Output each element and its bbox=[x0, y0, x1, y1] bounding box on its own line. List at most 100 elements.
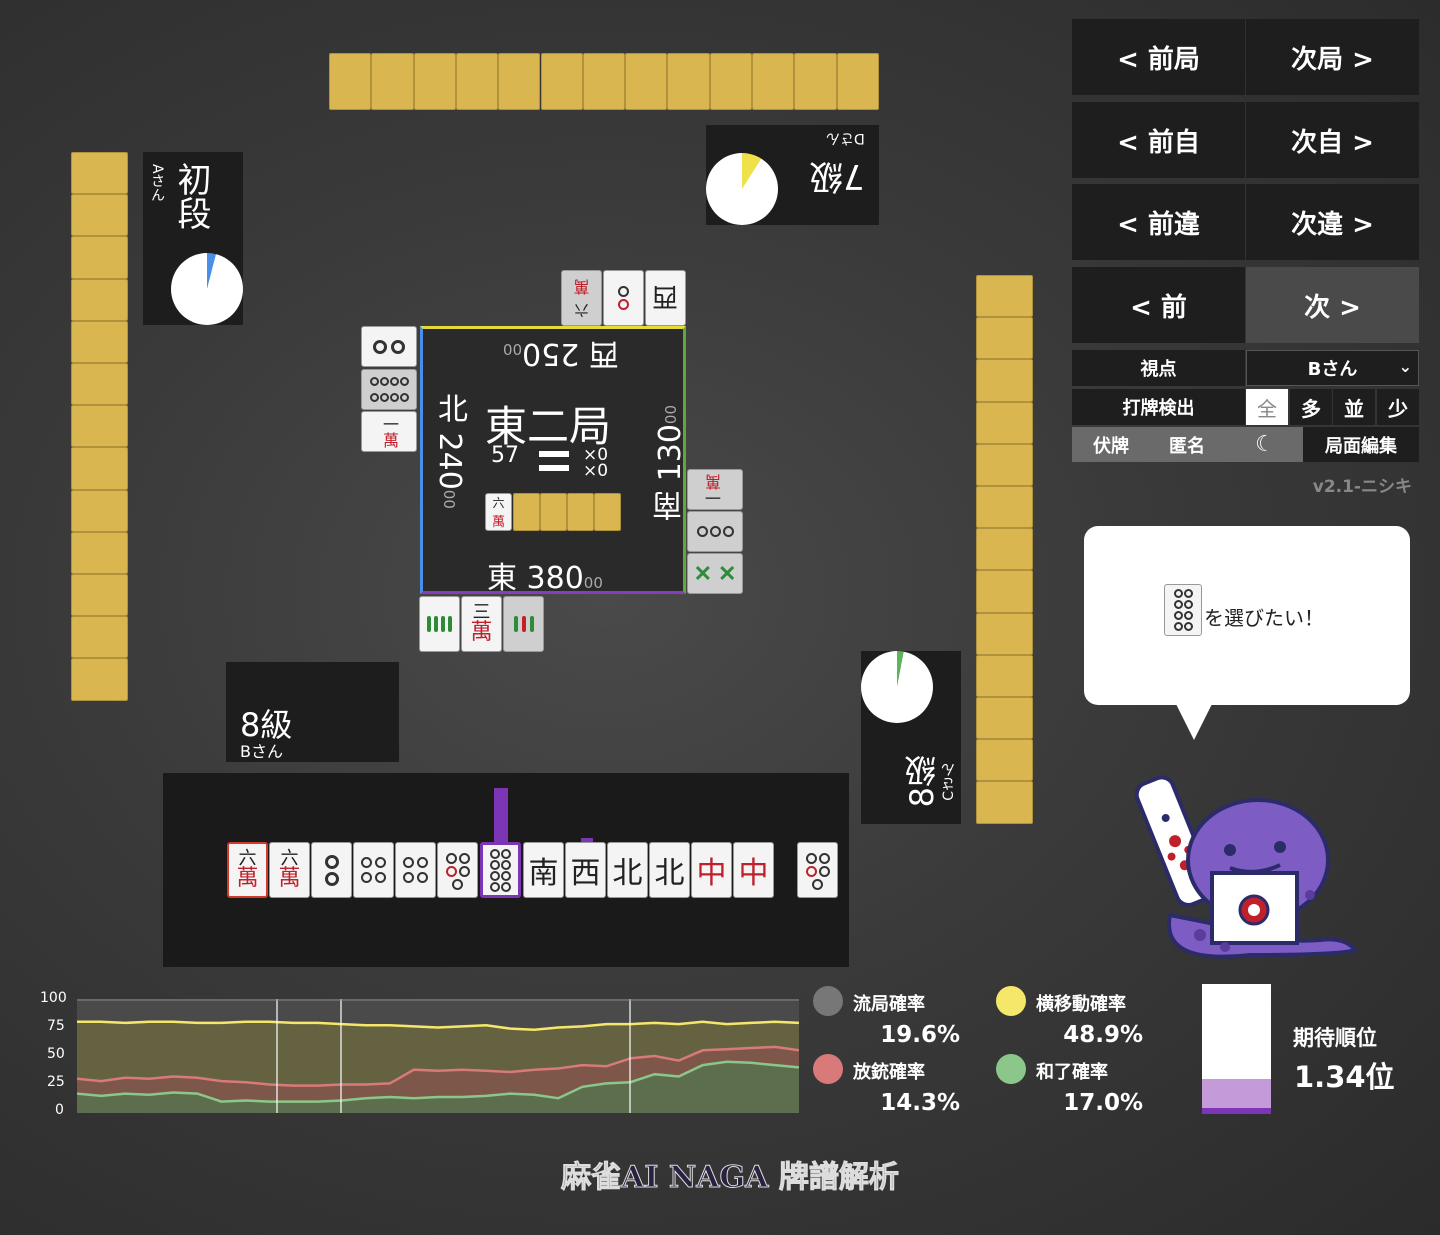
drawn-tile-5pin[interactable] bbox=[797, 842, 838, 898]
hand-tile-6man[interactable]: 六萬 bbox=[269, 842, 310, 898]
face-down-tile bbox=[455, 53, 499, 110]
face-down-tile bbox=[709, 53, 752, 110]
y-tick-label: 100 bbox=[40, 990, 67, 1006]
player-name-bottom: Bさん bbox=[240, 742, 283, 761]
face-down-tile bbox=[71, 658, 128, 701]
y-tick-label: 25 bbox=[47, 1074, 65, 1090]
detect-option-many[interactable]: 多 bbox=[1290, 389, 1332, 425]
north-score: 北 24000 bbox=[432, 393, 467, 509]
tiles-left: 57 bbox=[491, 443, 519, 468]
hand-tile-red-dragon[interactable]: 中 bbox=[733, 842, 774, 898]
hand-tile-red-dragon[interactable]: 中 bbox=[691, 842, 732, 898]
player-name-top: Dさん bbox=[826, 130, 865, 146]
agari-legend-dot bbox=[996, 1054, 1026, 1084]
detect-option-all[interactable]: 全 bbox=[1246, 389, 1288, 425]
hand-tile-north[interactable]: 北 bbox=[649, 842, 690, 898]
chevron-down-icon: ⌄ bbox=[1398, 357, 1412, 376]
viewpoint-select[interactable]: Bさん ⌄ bbox=[1246, 350, 1419, 386]
anonymous-toggle[interactable]: 匿名 bbox=[1158, 427, 1216, 462]
probability-chart: 100 75 50 25 0 bbox=[30, 985, 810, 1120]
top-pie-chart bbox=[706, 153, 778, 225]
suggested-tile-8pin bbox=[1164, 584, 1202, 636]
hand-tile-8pin-selected[interactable] bbox=[480, 842, 521, 898]
discard-tile: 一萬 bbox=[361, 411, 417, 452]
hand-tile-4pin[interactable] bbox=[395, 842, 436, 898]
discard-tile: 三萬 bbox=[461, 596, 502, 652]
ryukyoku-value: 19.6% bbox=[880, 1022, 960, 1048]
hand-tile-south[interactable]: 南 bbox=[523, 842, 564, 898]
face-down-tile bbox=[976, 359, 1033, 402]
face-down-tile bbox=[71, 616, 128, 659]
face-down-tile bbox=[976, 739, 1033, 782]
player-name-left: Aさん bbox=[149, 164, 165, 202]
face-down-tile bbox=[976, 570, 1033, 613]
face-down-tile bbox=[976, 275, 1033, 318]
detect-option-normal[interactable]: 並 bbox=[1333, 389, 1375, 425]
agari-label: 和了確率 bbox=[1036, 1062, 1108, 1083]
hand-tile-north[interactable]: 北 bbox=[607, 842, 648, 898]
hidden-tiles-toggle[interactable]: 伏牌 bbox=[1082, 427, 1140, 462]
face-down-tile bbox=[329, 53, 372, 110]
speech-text: を選びたい！ bbox=[1204, 606, 1324, 630]
face-down-tile bbox=[71, 531, 128, 574]
hand-tile-2pin[interactable] bbox=[311, 842, 352, 898]
discard-tile: 一萬 bbox=[687, 469, 743, 510]
hand-tile-6man[interactable]: 六萬 bbox=[227, 842, 268, 898]
dead-wall-tile bbox=[567, 493, 594, 531]
expected-rank-bar-base bbox=[1202, 1108, 1271, 1114]
prev-button[interactable]: < 前 bbox=[1072, 267, 1245, 343]
center-board: 西 25000 北 24000 南 13000 東二局 57 ×0 ×0 六萬 … bbox=[420, 326, 688, 596]
y-tick-label: 0 bbox=[55, 1102, 64, 1118]
prev-diff-button[interactable]: < 前違 bbox=[1072, 184, 1245, 260]
expected-rank-bar bbox=[1202, 984, 1271, 1114]
chart-plot[interactable] bbox=[77, 999, 799, 1113]
discard-tile: ✕ ✕ bbox=[687, 553, 743, 594]
face-down-tile bbox=[752, 53, 795, 110]
player-rank-top: 7級 bbox=[809, 156, 865, 196]
expected-rank-value: 1.34位 bbox=[1294, 1060, 1395, 1094]
discard-tile bbox=[361, 369, 417, 410]
riichi-count: ×0 bbox=[583, 461, 609, 481]
face-down-tile bbox=[667, 53, 710, 110]
left-pie-chart bbox=[171, 253, 243, 325]
yoko-label: 横移動確率 bbox=[1036, 994, 1126, 1015]
player-box-left: 初段 Aさん bbox=[143, 152, 243, 325]
player-name-right: Cさん bbox=[941, 763, 957, 801]
yoko-legend-dot bbox=[996, 986, 1026, 1016]
edit-position-button[interactable]: 局面編集 bbox=[1303, 427, 1419, 462]
discard-tile bbox=[361, 326, 417, 367]
hand-tile-5pin[interactable] bbox=[437, 842, 478, 898]
speech-bubble-tail bbox=[1176, 704, 1212, 740]
hand-tile-4pin[interactable] bbox=[353, 842, 394, 898]
face-down-tile bbox=[976, 317, 1033, 360]
face-down-tile bbox=[976, 781, 1033, 824]
discard-tile: 六萬 bbox=[561, 270, 602, 326]
face-down-tile bbox=[371, 53, 414, 110]
houju-label: 放銃確率 bbox=[853, 1062, 925, 1083]
prev-round-button[interactable]: < 前局 bbox=[1072, 19, 1245, 95]
agari-value: 17.0% bbox=[1063, 1090, 1143, 1116]
face-down-tile bbox=[836, 53, 879, 110]
face-down-tile bbox=[976, 528, 1033, 571]
next-button[interactable]: 次 > bbox=[1246, 267, 1419, 343]
face-down-tile bbox=[498, 53, 541, 110]
hand-tile-west[interactable]: 西 bbox=[565, 842, 606, 898]
next-self-button[interactable]: 次自 > bbox=[1246, 102, 1419, 178]
version-label: v2.1-ニシキ bbox=[1312, 477, 1412, 497]
riichi-stick-icon bbox=[539, 465, 569, 471]
detect-option-few[interactable]: 少 bbox=[1377, 389, 1419, 425]
face-down-tile bbox=[582, 53, 626, 110]
discard-tile bbox=[603, 270, 644, 326]
ai-preference-bar bbox=[494, 788, 508, 843]
player-box-top: 7級 Dさん bbox=[706, 125, 879, 225]
dead-wall-tile bbox=[594, 493, 621, 531]
moon-icon[interactable]: ☾ bbox=[1240, 427, 1290, 462]
next-round-button[interactable]: 次局 > bbox=[1246, 19, 1419, 95]
discard-tile: 西 bbox=[645, 270, 686, 326]
face-down-tile bbox=[71, 574, 128, 617]
next-diff-button[interactable]: 次違 > bbox=[1246, 184, 1419, 260]
face-down-tile bbox=[625, 53, 668, 110]
face-down-tile bbox=[794, 53, 837, 110]
face-down-tile bbox=[71, 405, 128, 448]
prev-self-button[interactable]: < 前自 bbox=[1072, 102, 1245, 178]
